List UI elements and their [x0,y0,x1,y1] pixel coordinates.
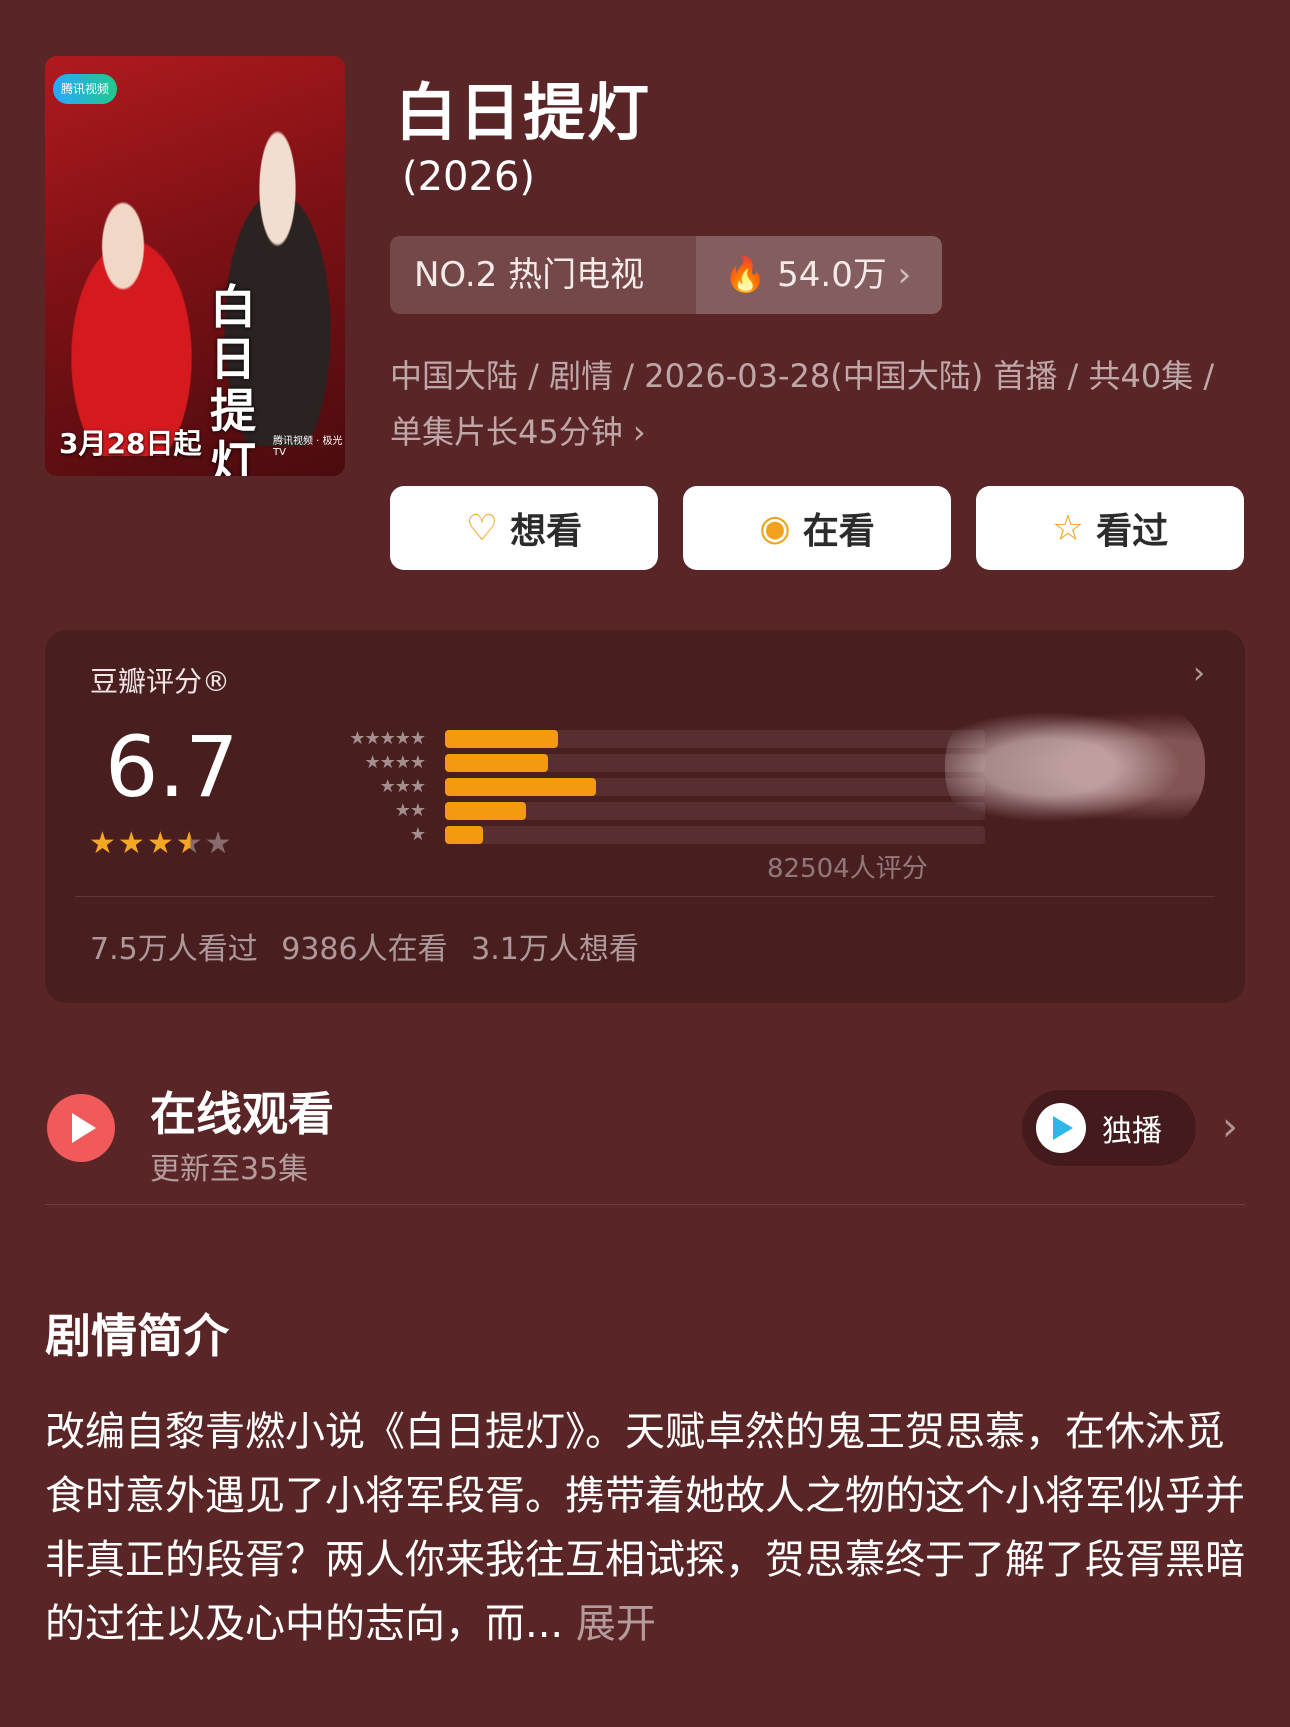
watching-button[interactable]: ◉ 在看 [683,486,951,570]
rating-count: 82504人评分 [767,854,928,884]
heat-value: 54.0万 [777,255,887,295]
rating-bar-stars: ★★★★ [364,752,426,773]
rating-bar-fill [445,754,548,772]
star-icon: ★ [204,826,234,861]
poster-platforms: 腾讯视频 · 极光TV [273,436,343,458]
watch-online-title[interactable]: 在线观看 [150,1078,334,1144]
expand-link[interactable]: 展开 [576,1601,656,1647]
want-to-watch-button[interactable]: ♡ 想看 [390,486,658,570]
show-title: 白日提灯 [395,76,652,149]
blurred-overlay [945,702,1205,832]
synopsis-title: 剧情简介 [45,1309,229,1363]
tencent-video-icon [1036,1103,1086,1153]
exclusive-label: 独播 [1102,1114,1162,1149]
divider [45,1204,1245,1205]
rating-title: 豆瓣评分® [90,665,231,698]
exclusive-platform-button[interactable]: 独播 [1022,1090,1196,1166]
star-outline-icon: ☆ [1051,507,1085,549]
rating-bar-fill [445,778,597,796]
star-icon: ★ [117,826,147,861]
rating-bar-fill [445,802,526,820]
rating-bar-track [445,730,985,748]
flame-icon: 🔥 [724,255,767,295]
rank-badge[interactable]: NO.2 热门电视 🔥 54.0万 › [390,236,942,314]
rating-stars: ★★★★★ [89,826,234,861]
star-half-icon: ★ [175,826,205,861]
play-icon[interactable] [47,1094,115,1162]
rating-bar-fill [445,826,483,844]
rating-bar-stars: ★★ [394,800,426,821]
rating-stats: 7.5万人看过 9386人在看 3.1万人想看 [90,932,639,967]
rating-bar-stars: ★★★★★ [349,728,426,749]
rating-bar-track [445,754,985,772]
watching-label: 在看 [802,511,875,552]
heat-value-container: 🔥 54.0万 › [696,236,942,314]
poster-calligraphy-title: 白日提灯 [210,280,256,476]
rating-bar-track [445,802,985,820]
rating-bar-fill [445,730,559,748]
chevron-right-icon[interactable]: › [1193,656,1205,691]
rating-bar-track [445,778,985,796]
meta-line-1: 中国大陆 / 剧情 / 2026-03-28(中国大陆) 首播 / 共40集 / [390,357,1215,395]
rating-bar-stars: ★★★ [379,776,426,797]
meta-line-2[interactable]: 单集片长45分钟 › [390,404,1250,460]
chevron-right-icon[interactable]: › [1222,1104,1238,1150]
chevron-right-icon: › [897,255,912,295]
rank-label: NO.2 热门电视 [414,255,645,295]
show-year: (2026) [402,154,536,200]
show-meta: 中国大陆 / 剧情 / 2026-03-28(中国大陆) 首播 / 共40集 /… [390,348,1250,460]
rating-bar-stars: ★ [409,824,426,845]
watched-button[interactable]: ☆ 看过 [976,486,1244,570]
heart-plus-icon: ♡ [465,507,499,549]
rating-bar-track [445,826,985,844]
rating-card[interactable]: 豆瓣评分® › 6.7 ★★★★★ ★★★★★ ★★★★ ★★★ ★★ ★ 82504人… [45,630,1245,1003]
poster-release-date: 3月28日起 [59,427,202,460]
divider [75,896,1215,897]
star-icon: ★ [89,826,118,861]
star-icon: ★ [146,826,176,861]
tencent-video-logo: 腾讯视频 [53,74,117,104]
poster-image[interactable]: 腾讯视频 白日提灯 3月28日起 腾讯视频 · 极光TV [45,56,345,476]
watched-label: 看过 [1096,511,1169,552]
want-label: 想看 [510,511,583,552]
synopsis-text: 改编自黎青燃小说《白日提灯》。天赋卓然的鬼王贺思慕，在休沐觅食时意外遇见了小将军… [45,1400,1245,1656]
watch-online-subtitle: 更新至35集 [150,1152,309,1187]
target-icon: ◉ [759,507,791,549]
rating-score: 6.7 [105,718,239,816]
